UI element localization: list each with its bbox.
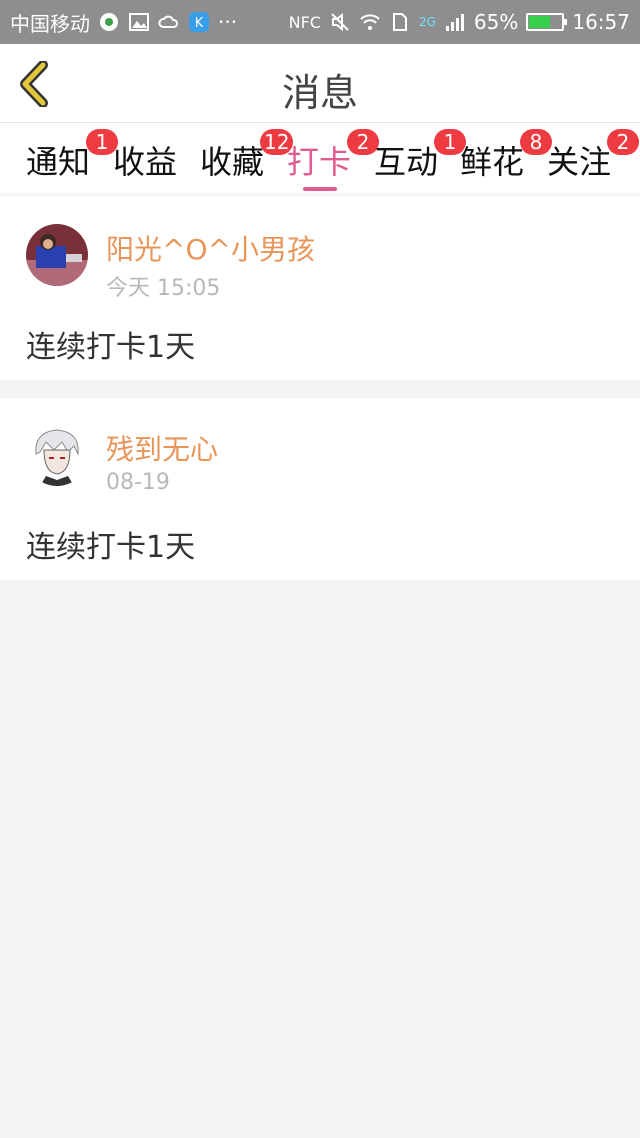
message-text: 连续打卡1天 xyxy=(26,330,196,365)
tab-label: 收藏 xyxy=(200,143,265,181)
battery-icon xyxy=(526,13,568,31)
timestamp: 08-19 xyxy=(106,470,170,495)
tab-following[interactable]: 关注 2 xyxy=(547,129,639,183)
clock: 16:57 xyxy=(572,10,630,34)
more-notifications: ··· xyxy=(218,10,238,34)
tab-label: 互动 xyxy=(374,143,439,181)
carrier-label: 中国移动 xyxy=(10,11,90,36)
battery-percent: 65% xyxy=(473,10,519,34)
tab-notifications[interactable]: 通知 1 xyxy=(26,129,118,183)
wifi-icon xyxy=(359,11,381,33)
app-icon xyxy=(98,11,120,33)
count-badge: 2 xyxy=(607,129,639,155)
tab-label: 打卡 xyxy=(287,143,352,181)
tab-check-in[interactable]: 打卡 2 xyxy=(287,129,379,191)
header: 消息 xyxy=(0,44,640,123)
tab-interactions[interactable]: 互动 1 xyxy=(374,129,466,183)
avatar[interactable] xyxy=(26,424,88,486)
message-item[interactable]: 阳光^O^小男孩 今天 15:05 连续打卡1天 xyxy=(0,196,640,380)
tab-label: 通知 xyxy=(26,143,91,181)
tab-label: 收益 xyxy=(113,143,178,181)
signal-icon xyxy=(444,11,466,33)
tab-label: 关注 xyxy=(547,143,612,181)
username[interactable]: 残到无心 xyxy=(106,428,218,468)
sim-icon xyxy=(389,11,411,33)
cloud-icon xyxy=(158,11,180,33)
tab-flowers[interactable]: 鲜花 8 xyxy=(460,129,552,183)
timestamp: 今天 15:05 xyxy=(106,276,221,301)
username[interactable]: 阳光^O^小男孩 xyxy=(106,228,315,268)
network-type: 2G xyxy=(418,15,436,29)
avatar[interactable] xyxy=(26,224,88,286)
k-app-icon: K xyxy=(188,11,210,33)
nfc-icon: NFC xyxy=(288,12,321,32)
status-bar: 中国移动 K ··· NFC 2G 65% 16:57 xyxy=(0,0,640,44)
svg-text:K: K xyxy=(195,16,204,31)
active-tab-indicator xyxy=(303,187,337,191)
image-icon xyxy=(128,11,150,33)
tab-earnings[interactable]: 收益 xyxy=(113,137,177,183)
mute-icon xyxy=(329,11,351,33)
tab-favorites[interactable]: 收藏 12 xyxy=(200,129,294,183)
tab-bar: 通知 1 收益 收藏 12 打卡 2 互动 1 鲜花 8 关注 2 xyxy=(0,123,640,193)
tab-label: 鲜花 xyxy=(460,143,525,181)
page-title: 消息 xyxy=(281,71,358,115)
message-item[interactable]: 残到无心 08-19 连续打卡1天 xyxy=(0,398,640,580)
message-text: 连续打卡1天 xyxy=(26,530,196,565)
